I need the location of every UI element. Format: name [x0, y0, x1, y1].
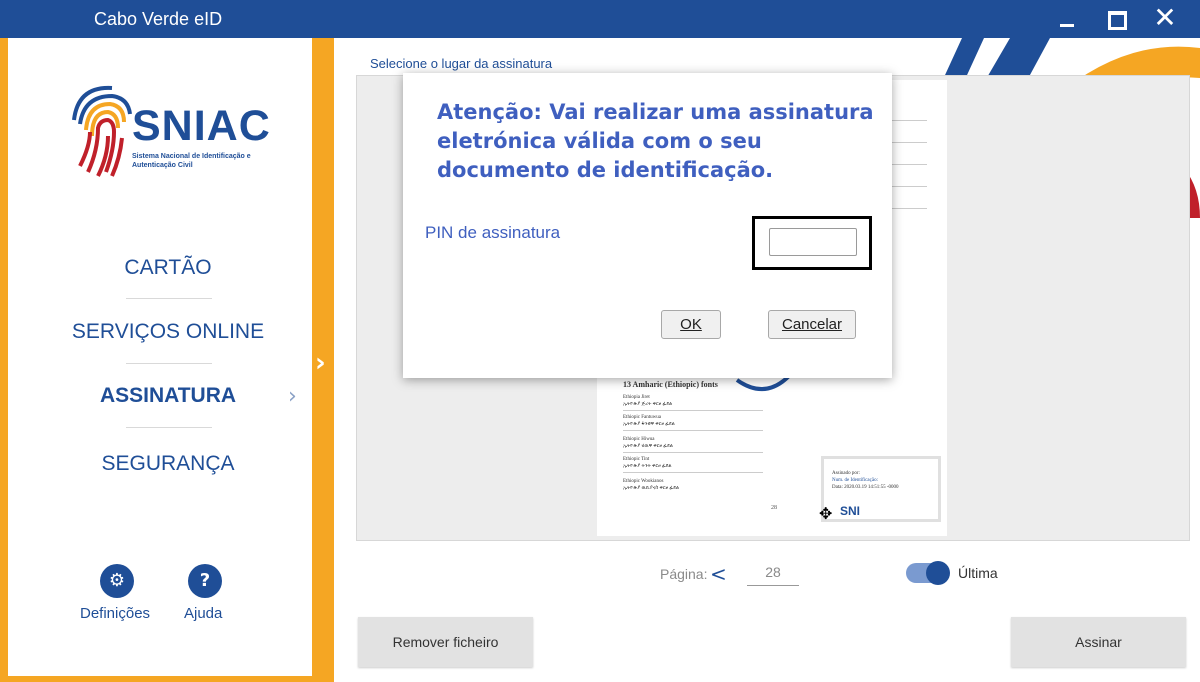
maximize-button[interactable]: [1099, 4, 1133, 34]
signed-by: Assinado por:: [832, 471, 860, 476]
logo-brand: SNIAC: [132, 102, 271, 150]
signature-id: Num. de Identificação:: [832, 478, 878, 483]
page-number-input[interactable]: [747, 558, 799, 586]
question-icon: ?: [199, 570, 211, 591]
last-page-label: Última: [958, 565, 998, 581]
page-rule: [623, 472, 763, 473]
font-entry: Ethiopic Tint ኢትዮጵያ ትንት ቀርፀ ፊደል: [623, 457, 672, 469]
dialog-message: Atenção: Vai realizar uma assinatura ele…: [437, 100, 874, 182]
sidebar-toggle[interactable]: ›: [312, 38, 334, 682]
previous-page-button[interactable]: <: [710, 562, 727, 586]
section-heading: 13 Amharic (Ethiopic) fonts: [623, 380, 718, 389]
help-button[interactable]: ?: [188, 564, 222, 598]
title-bar: Cabo Verde eID ✕: [0, 0, 1200, 38]
help-label[interactable]: Ajuda: [184, 605, 222, 622]
select-location-label: Selecione o lugar da assinatura: [370, 56, 553, 71]
nav-servicos-online[interactable]: SERVIÇOS ONLINE: [48, 320, 288, 344]
fingerprint-icon: [72, 85, 132, 177]
page-rule: [623, 410, 763, 411]
close-icon: ✕: [1153, 1, 1177, 34]
remove-file-button[interactable]: Remover ficheiro: [358, 617, 533, 667]
nav-separator: [126, 363, 212, 364]
last-page-toggle[interactable]: [906, 561, 950, 585]
minimize-button[interactable]: [1052, 4, 1086, 34]
nav-separator: [126, 427, 212, 428]
move-icon[interactable]: ✥: [819, 504, 832, 523]
pager-label: Página:: [660, 566, 708, 582]
page-number: 28: [771, 505, 777, 511]
chevron-right-icon: ›: [288, 384, 297, 409]
sniac-logo: SNIAC Sistema Nacional de Identificação …: [68, 80, 278, 180]
page-rule: [623, 452, 763, 453]
signature-logo: SNI: [840, 504, 861, 518]
window-title: Cabo Verde eID: [94, 9, 223, 29]
signature-box[interactable]: Assinado por: Num. de Identificação: Dat…: [821, 456, 941, 522]
pin-input[interactable]: [769, 228, 857, 256]
font-entry: Ethiopia Jiret ኢትዮጵያ ጅረት ቀርፀ ፊደል: [623, 395, 673, 407]
logo-subtitle: Sistema Nacional de Identificação e Aute…: [132, 153, 251, 169]
font-entry: Ethiopic Fantuwua ኢትዮጵያ ፋንቱዋ ቀርፀ ፊደል: [623, 415, 675, 427]
close-button[interactable]: ✕: [1148, 4, 1182, 34]
pin-highlight: [752, 216, 872, 270]
ok-button[interactable]: OK: [661, 310, 721, 339]
nav-assinatura[interactable]: ASSINATURA: [48, 384, 288, 408]
nav-seguranca[interactable]: SEGURANÇA: [48, 452, 288, 476]
gear-icon: ⚙: [108, 570, 126, 591]
sign-button[interactable]: Assinar: [1011, 617, 1186, 667]
chevron-right-icon: ›: [315, 348, 326, 378]
page-rule: [623, 430, 763, 431]
signature-dialog: Atenção: Vai realizar uma assinatura ele…: [403, 73, 892, 378]
font-entry: Ethiopic Wookianos ኢትዮጵያ ዉኪያኖስ ቀርፀ ፊደል: [623, 479, 680, 491]
pin-label: PIN de assinatura: [425, 223, 561, 242]
sidebar: SNIAC Sistema Nacional de Identificação …: [0, 38, 312, 682]
settings-label[interactable]: Definições: [80, 605, 150, 622]
cancel-button[interactable]: Cancelar: [768, 310, 856, 339]
nav-separator: [126, 298, 212, 299]
signature-date: Data: 2020.03.19 14:51:55 -0000: [832, 485, 899, 490]
settings-button[interactable]: ⚙: [100, 564, 134, 598]
toggle-knob: [926, 561, 950, 585]
font-entry: Ethiopic Hiwua ኢትዮጵያ ሂዉዋ ቀርፀ ፊደል: [623, 437, 673, 449]
nav-cartao[interactable]: CARTÃO: [48, 256, 288, 280]
